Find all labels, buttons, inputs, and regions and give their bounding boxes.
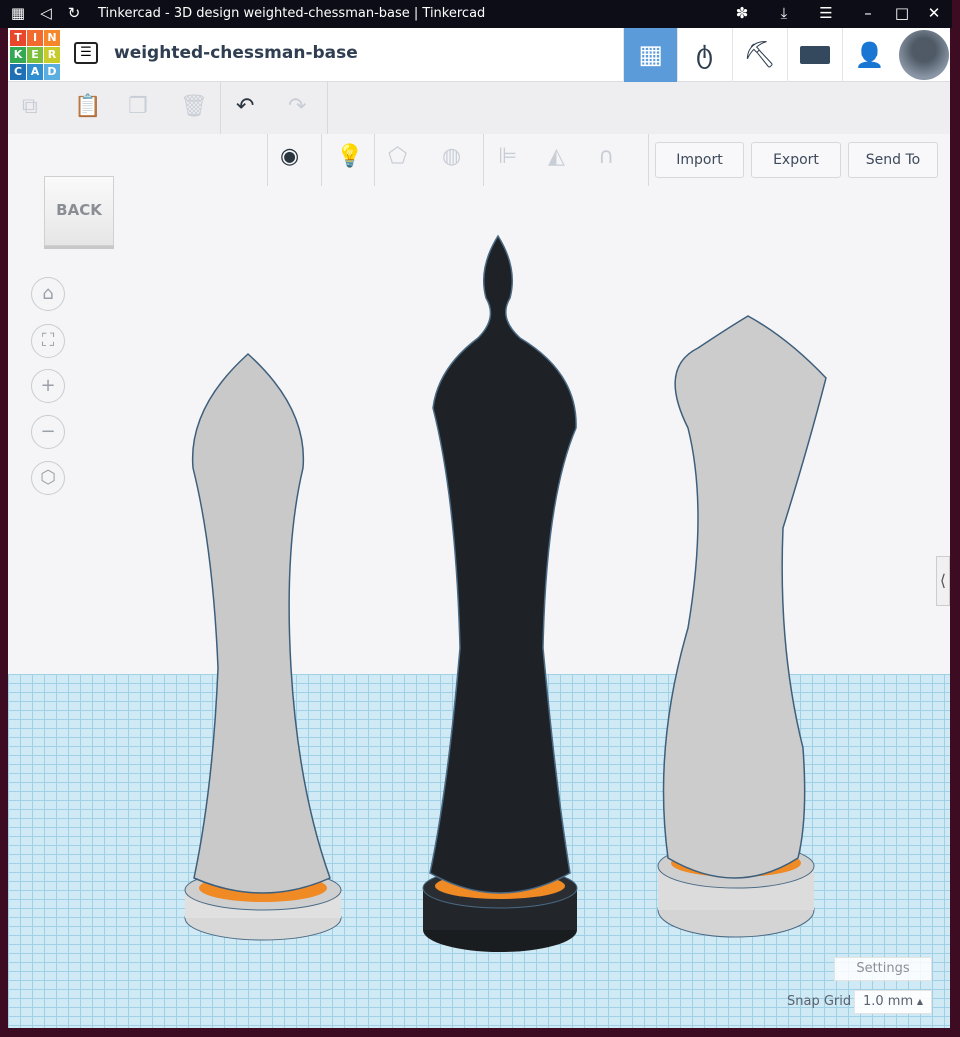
snap-grid-label: Snap Grid xyxy=(787,994,852,1009)
queen-model xyxy=(657,315,827,938)
chess-models[interactable] xyxy=(8,28,950,1028)
extensions-icon[interactable]: ✽ xyxy=(732,4,752,22)
tinkercad-app: TIN KER CAD ☰ weighted-chessman-base ▦ ტ… xyxy=(8,28,950,1028)
browser-titlebar: ▦ ◁ ↻ Tinkercad - 3D design weighted-che… xyxy=(0,0,952,28)
menu-icon[interactable]: ☰ xyxy=(816,4,836,22)
minimize-icon[interactable]: – xyxy=(858,4,878,22)
window-title: Tinkercad - 3D design weighted-chessman-… xyxy=(98,6,486,21)
collapse-panel-button[interactable]: ⟨ xyxy=(936,556,950,606)
snap-grid-select[interactable]: 1.0 mm ▲ xyxy=(854,990,932,1014)
caret-up-icon: ▲ xyxy=(916,997,923,1006)
maximize-icon[interactable]: □ xyxy=(892,4,912,22)
reload-icon[interactable]: ↻ xyxy=(64,4,84,22)
back-icon[interactable]: ◁ xyxy=(36,4,56,22)
settings-button[interactable]: Settings xyxy=(834,957,932,981)
download-icon[interactable]: ⤓ xyxy=(774,4,794,22)
chevron-left-icon: ⟨ xyxy=(939,571,947,590)
app-icon: ▦ xyxy=(10,4,26,22)
snap-grid-value: 1.0 mm xyxy=(863,994,914,1009)
bishop-model xyxy=(184,352,342,941)
close-icon[interactable]: ✕ xyxy=(924,4,944,22)
king-model xyxy=(422,234,578,952)
